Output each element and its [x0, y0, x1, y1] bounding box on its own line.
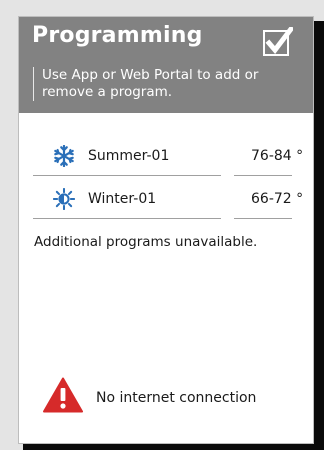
divider: [33, 175, 221, 176]
divider: [234, 218, 292, 219]
program-temp: 76-84 °: [251, 148, 304, 164]
page-title: Programming: [32, 23, 203, 48]
sun-icon: [53, 188, 75, 210]
divider: [33, 218, 221, 219]
snowflake-icon: [54, 145, 74, 167]
program-temp: 66-72 °: [251, 191, 304, 207]
header-subtitle: Use App or Web Portal to add or remove a…: [33, 67, 312, 101]
warning-icon: [43, 377, 83, 413]
program-name: Summer-01: [88, 148, 170, 164]
program-row-winter[interactable]: Winter-01 66-72 °: [33, 180, 307, 220]
connection-status: No internet connection: [96, 390, 257, 406]
divider: [234, 175, 292, 176]
programs-unavailable-notice: Additional programs unavailable.: [34, 234, 258, 250]
program-name: Winter-01: [88, 191, 157, 207]
program-row-summer[interactable]: Summer-01 76-84 °: [33, 137, 307, 177]
checkbox-check-icon[interactable]: [263, 27, 293, 57]
panel-header: Programming Use App or Web Portal to add…: [19, 17, 313, 113]
programming-panel: Programming Use App or Web Portal to add…: [18, 16, 314, 444]
